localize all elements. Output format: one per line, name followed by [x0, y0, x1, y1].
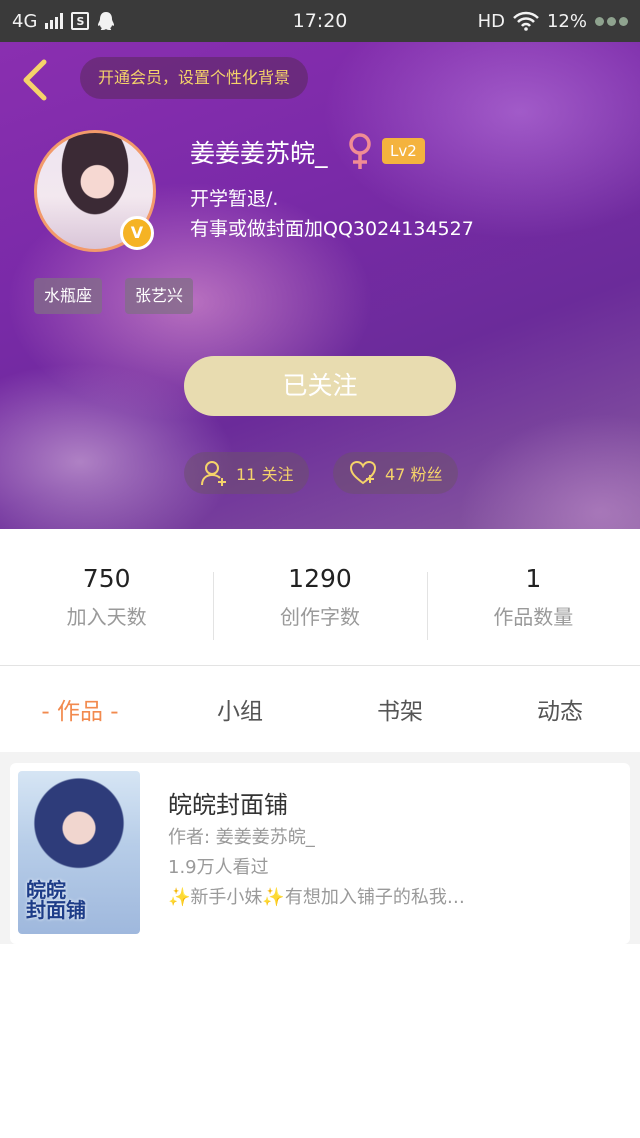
bio-line-2: 有事或做封面加QQ3024134527 — [190, 218, 474, 240]
book-cover[interactable]: 皖皖 封面铺 — [18, 771, 140, 934]
level-badge: Lv2 — [382, 138, 425, 164]
username: 姜姜姜苏皖_ — [190, 139, 328, 168]
vip-banner[interactable]: 开通会员，设置个性化背景 — [80, 57, 309, 99]
heart-plus-icon — [349, 460, 377, 485]
user-add-icon — [201, 461, 226, 486]
hd-indicator: HD — [477, 10, 505, 32]
fans-count-button[interactable]: 47 粉丝 — [333, 452, 459, 494]
status-right: HD 12% — [398, 11, 628, 32]
tab-groups[interactable]: 小组 — [160, 692, 320, 726]
tab-bookshelf[interactable]: 书架 — [320, 692, 480, 726]
profile-tabs: - 作品 - 小组 书架 动态 — [0, 666, 640, 752]
follow-button[interactable]: 已关注 — [184, 356, 456, 416]
stat-value: 1290 — [288, 564, 352, 593]
book-description: ✨新手小妹✨有想加入铺子的私我… — [168, 887, 465, 908]
sim-icon: S — [71, 12, 90, 30]
tag-zodiac[interactable]: 水瓶座 — [34, 278, 103, 314]
stat-value: 750 — [82, 564, 131, 593]
stat-label: 作品数量 — [493, 605, 574, 629]
status-left: 4G S — [12, 11, 242, 32]
network-type: 4G — [12, 10, 38, 32]
stat-join-days: 750 加入天数 — [0, 564, 213, 630]
battery-level: 12% — [546, 10, 587, 32]
status-bar: 4G S 17:20 HD 12% — [0, 0, 640, 42]
stat-word-count: 1290 创作字数 — [213, 564, 426, 640]
female-icon — [349, 133, 371, 169]
book-views: 1.9万人看过 — [168, 857, 269, 878]
tag-idol[interactable]: 张艺兴 — [125, 278, 194, 314]
cover-title: 皖皖 封面铺 — [26, 878, 86, 922]
verified-badge: V — [120, 216, 154, 250]
following-count: 11 关注 — [236, 465, 294, 484]
tab-works[interactable]: - 作品 - — [0, 692, 160, 726]
tab-activity[interactable]: 动态 — [480, 692, 640, 726]
book-title[interactable]: 皖皖封面铺 — [168, 785, 288, 820]
stat-value: 1 — [525, 564, 542, 593]
wifi-icon — [513, 11, 539, 31]
signal-icon — [45, 13, 64, 29]
qq-icon — [98, 12, 115, 30]
avatar-container[interactable]: V — [34, 130, 156, 252]
status-time: 17:20 — [292, 10, 348, 32]
bio-line-1: 开学暂退/. — [190, 188, 279, 210]
following-count-button[interactable]: 11 关注 — [184, 452, 310, 494]
profile-header: 开通会员，设置个性化背景 V 姜姜姜苏皖_ Lv2 开学暂退/. 有事或做封面加… — [0, 42, 640, 529]
battery-dots-icon — [595, 16, 628, 26]
stat-label: 加入天数 — [66, 605, 147, 629]
fans-count: 47 粉丝 — [385, 465, 443, 484]
book-author: 作者: 姜姜姜苏皖_ — [168, 827, 315, 848]
back-icon[interactable] — [18, 58, 54, 102]
stats-row: 750 加入天数 1290 创作字数 1 作品数量 — [0, 529, 640, 665]
stat-works-count: 1 作品数量 — [426, 564, 640, 640]
work-card[interactable]: 皖皖 封面铺 皖皖封面铺 作者: 姜姜姜苏皖_ 1.9万人看过 ✨新手小妹✨有想加… — [10, 763, 630, 944]
bio: 开学暂退/. 有事或做封面加QQ3024134527 — [190, 184, 474, 244]
stat-label: 创作字数 — [279, 605, 360, 629]
